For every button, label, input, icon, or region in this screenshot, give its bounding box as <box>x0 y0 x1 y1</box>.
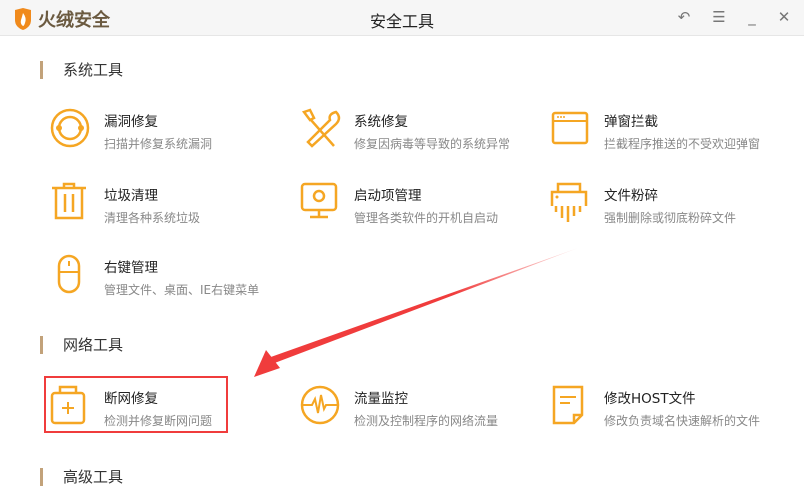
tool-desc: 修复因病毒等导致的系统异常 <box>354 137 511 151</box>
tool-desc: 检测及控制程序的网络流量 <box>354 414 499 428</box>
tool-name: 垃圾清理 <box>104 188 158 204</box>
tool-name: 右键管理 <box>104 260 158 276</box>
section-system-tools: 系统工具 <box>40 59 123 80</box>
close-icon[interactable]: ✕ <box>774 8 794 26</box>
tool-name: 系统修复 <box>354 114 408 130</box>
tool-system-repair[interactable]: 系统修复修复因病毒等导致的系统异常 <box>300 108 540 152</box>
tool-name: 启动项管理 <box>354 188 422 204</box>
mouse-icon <box>57 254 81 294</box>
tool-name: 流量监控 <box>354 391 408 407</box>
trash-icon <box>52 182 86 220</box>
tool-desc: 管理文件、桌面、IE右键菜单 <box>104 283 260 297</box>
tool-desc: 管理各类软件的开机自启动 <box>354 211 499 225</box>
tool-name: 漏洞修复 <box>104 114 158 130</box>
minimize-icon[interactable]: _ <box>742 8 762 26</box>
tool-popup-block[interactable]: 弹窗拦截拦截程序推送的不受欢迎弹窗 <box>550 108 790 152</box>
document-icon <box>552 385 584 425</box>
popup-window-icon <box>551 111 589 145</box>
tools-icon <box>301 108 341 148</box>
title-bar: 火绒安全 安全工具 ↶ ☰ _ ✕ <box>0 0 804 36</box>
tool-file-shredder[interactable]: 文件粉碎强制删除或彻底粉碎文件 <box>550 182 790 226</box>
tool-traffic-monitor[interactable]: 流量监控检测及控制程序的网络流量 <box>300 385 540 429</box>
section-advanced-tools: 高级工具 <box>40 466 123 487</box>
section-title: 高级工具 <box>63 468 124 486</box>
section-title: 系统工具 <box>63 61 124 79</box>
tool-name: 修改HOST文件 <box>604 391 696 407</box>
tool-junk-clean[interactable]: 垃圾清理清理各种系统垃圾 <box>50 182 290 226</box>
traffic-pulse-icon <box>300 385 340 425</box>
monitor-power-icon <box>300 182 338 219</box>
section-network-tools: 网络工具 <box>40 334 123 355</box>
tool-name: 文件粉碎 <box>604 188 658 204</box>
shredder-icon <box>550 182 588 222</box>
tool-desc: 扫描并修复系统漏洞 <box>104 137 213 151</box>
menu-icon[interactable]: ☰ <box>709 8 729 26</box>
tool-name: 弹窗拦截 <box>604 114 658 130</box>
tool-desc: 强制删除或彻底粉碎文件 <box>604 211 737 225</box>
tool-startup-manager[interactable]: 启动项管理管理各类软件的开机自启动 <box>300 182 540 226</box>
tool-desc: 拦截程序推送的不受欢迎弹窗 <box>604 137 761 151</box>
tool-modify-hosts[interactable]: 修改HOST文件修改负责域名快速解析的文件 <box>550 385 790 429</box>
tool-vulnerability-fix[interactable]: 漏洞修复扫描并修复系统漏洞 <box>50 108 290 152</box>
highlight-box <box>44 376 228 433</box>
tool-desc: 清理各种系统垃圾 <box>104 211 201 225</box>
tool-context-menu-manager[interactable]: 右键管理管理文件、桌面、IE右键菜单 <box>50 254 290 298</box>
vulnerability-icon <box>50 108 90 148</box>
tool-desc: 修改负责域名快速解析的文件 <box>604 414 761 428</box>
back-icon[interactable]: ↶ <box>674 8 694 26</box>
section-title: 网络工具 <box>63 336 124 354</box>
